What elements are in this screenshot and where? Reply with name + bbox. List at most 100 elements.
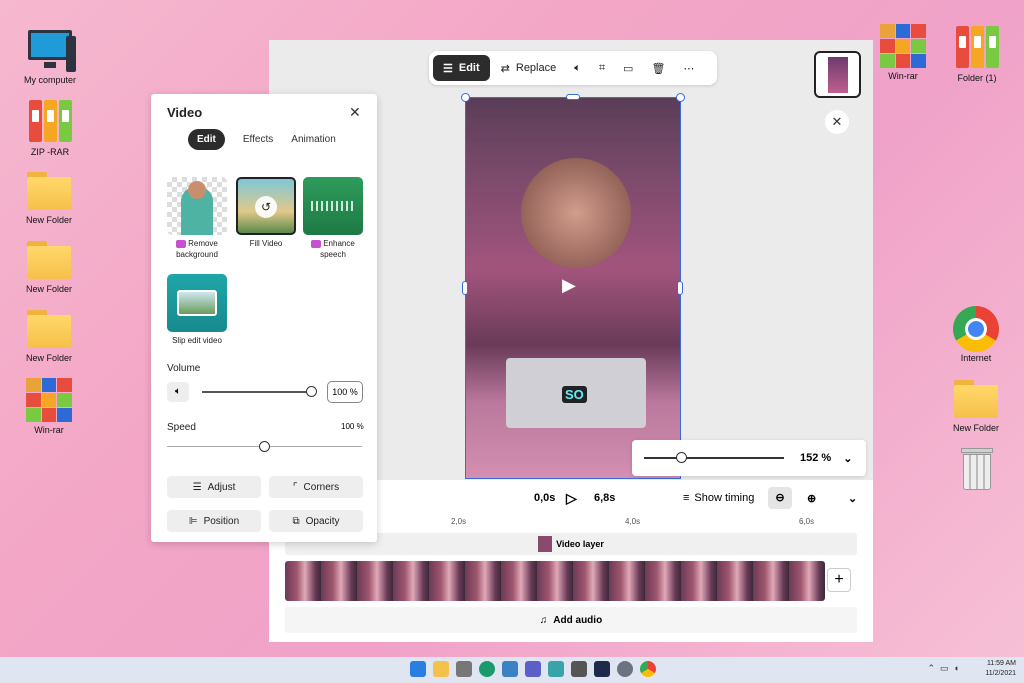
zoom-slider[interactable] [644, 452, 784, 464]
desktop-icon-new-folder-2[interactable]: New Folder [14, 241, 84, 294]
position-icon: ⊫ [188, 515, 198, 527]
desktop-icon-new-folder-1[interactable]: New Folder [14, 172, 84, 225]
comment-button[interactable]: ▭ [616, 55, 640, 81]
desktop-icon-zip-rar[interactable]: ZIP -RAR [15, 100, 85, 157]
binders-icon [15, 100, 85, 144]
clock[interactable]: 11:59 AM 11/2/2021 [985, 659, 1016, 679]
chrome-icon[interactable] [640, 661, 656, 677]
more-button[interactable]: ⋯ [676, 55, 701, 81]
desktop-icon-win-rar-right[interactable]: Win-rar [868, 24, 938, 81]
edge-icon[interactable] [479, 661, 495, 677]
system-tray-icons[interactable]: ⌃▭◖ [928, 663, 964, 674]
settings-icon[interactable] [617, 661, 633, 677]
video-edit-panel: Video ✕ Edit Effects Animation Remove bac… [151, 94, 377, 542]
video-canvas[interactable]: SO ▶ [465, 97, 681, 479]
corner-icon: ⌜ [292, 481, 298, 493]
mute-button[interactable]: 🔈︎ [167, 382, 189, 402]
winrar-icon [880, 24, 926, 68]
remove-background-thumbnail [167, 177, 227, 235]
speaker-icon: 🔈︎ [175, 386, 181, 397]
resize-handle-tr[interactable] [676, 93, 685, 102]
more-icon: ⋯ [683, 62, 695, 75]
start-icon[interactable] [410, 661, 426, 677]
corners-button[interactable]: ⌜ Corners [269, 476, 363, 498]
desktop-icon-new-folder-right[interactable]: New Folder [941, 380, 1011, 433]
file-explorer-icon[interactable] [433, 661, 449, 677]
close-preview-button[interactable]: ✕ [825, 110, 849, 134]
adjust-button[interactable]: ☰ Adjust [167, 476, 261, 498]
desktop-icon-folder-1[interactable]: Folder (1) [942, 26, 1012, 83]
sliders-icon: ☰ [192, 481, 202, 493]
resize-handle-top[interactable] [566, 94, 580, 100]
desktop-icon-new-folder-3[interactable]: New Folder [14, 310, 84, 363]
video-subject [521, 158, 631, 268]
ruler-tick-label: 4,0s [625, 517, 641, 526]
desktop-icon-label: New Folder [952, 423, 999, 433]
add-clip-button[interactable]: + [827, 568, 851, 592]
play-icon[interactable]: ▶ [562, 275, 576, 296]
binders-icon [942, 26, 1012, 70]
plus-icon: + [834, 571, 844, 588]
desktop-icon-internet[interactable]: Internet [941, 306, 1011, 363]
zoom-out-icon: ⊖ [775, 492, 785, 504]
current-time: 0,0s [534, 492, 556, 504]
folder-icon [25, 310, 73, 350]
enhance-speech-option[interactable]: Enhance speech [303, 177, 363, 260]
crop-button[interactable]: ⌗ [592, 55, 612, 81]
teams-icon[interactable] [525, 661, 541, 677]
desktop-icon-win-rar-left[interactable]: Win-rar [14, 378, 84, 435]
edit-button[interactable]: ☰ Edit [433, 55, 490, 81]
opacity-button[interactable]: ⧉ Opacity [269, 510, 363, 532]
desktop-icon-label: Folder (1) [957, 73, 997, 83]
speed-slider-knob[interactable] [258, 441, 270, 452]
close-panel-button[interactable]: ✕ [349, 104, 361, 121]
tab-edit[interactable]: Edit [188, 129, 225, 150]
folder-icon [25, 241, 73, 281]
zoom-in-button[interactable]: ⊕ [807, 492, 816, 505]
maps-icon[interactable] [548, 661, 564, 677]
volume-button[interactable]: 🔈︎ [567, 55, 588, 81]
desktop-icon-recycle-bin[interactable] [942, 446, 1012, 493]
volume-value[interactable]: 100 % [327, 381, 363, 403]
comment-icon: ▭ [623, 62, 634, 75]
desktop-icon-label: New Folder [25, 215, 72, 225]
zoom-slider-knob[interactable] [675, 452, 687, 463]
video-caption: SO [562, 386, 587, 403]
play-button[interactable]: ▷ [566, 490, 577, 507]
enhance-speech-thumbnail [303, 177, 363, 235]
slip-edit-option[interactable]: Slip edit video [167, 274, 227, 346]
delete-button[interactable]: 🗑︎ [644, 55, 672, 81]
crown-icon [311, 239, 322, 248]
folder-icon [25, 172, 73, 212]
resize-handle-right[interactable] [677, 281, 683, 295]
editor-app-icon[interactable] [594, 661, 610, 677]
resize-handle-left[interactable] [462, 281, 468, 295]
desktop-icon-my-computer[interactable]: My computer [15, 28, 85, 85]
add-audio-button[interactable]: ♫ Add audio [285, 607, 857, 633]
video-clip-strip[interactable] [285, 561, 825, 601]
waveform-icon [311, 201, 355, 211]
position-button[interactable]: ⊫ Position [167, 510, 261, 532]
photos-icon[interactable] [571, 661, 587, 677]
resize-handle-tl[interactable] [461, 93, 470, 102]
zoom-out-button[interactable]: ⊖ [768, 487, 792, 509]
collapse-timeline-button[interactable]: ⌄ [848, 492, 857, 505]
speed-value: 100 % [341, 422, 364, 431]
show-timing-button[interactable]: ≡ Show timing [683, 492, 754, 504]
chevron-down-icon[interactable]: ⌄ [843, 452, 852, 465]
volume-slider-knob[interactable] [306, 386, 317, 397]
camera-icon[interactable] [456, 661, 472, 677]
remove-background-option[interactable]: Remove background [167, 177, 227, 260]
thumbnail-image [827, 56, 848, 93]
zoom-value: 152 % [800, 452, 832, 464]
tab-animation[interactable]: Animation [291, 134, 335, 145]
tab-effects[interactable]: Effects [243, 134, 273, 145]
store-icon[interactable] [502, 661, 518, 677]
replace-button[interactable]: ⇄ Replace [494, 55, 564, 81]
layer-thumbnail [538, 536, 553, 552]
fill-video-option[interactable]: ↺ Fill Video [236, 177, 296, 249]
panel-tabs: Edit Effects Animation [188, 129, 336, 150]
close-icon: ✕ [349, 104, 361, 120]
page-thumbnail[interactable] [814, 51, 861, 98]
volume-slider[interactable] [202, 391, 312, 393]
